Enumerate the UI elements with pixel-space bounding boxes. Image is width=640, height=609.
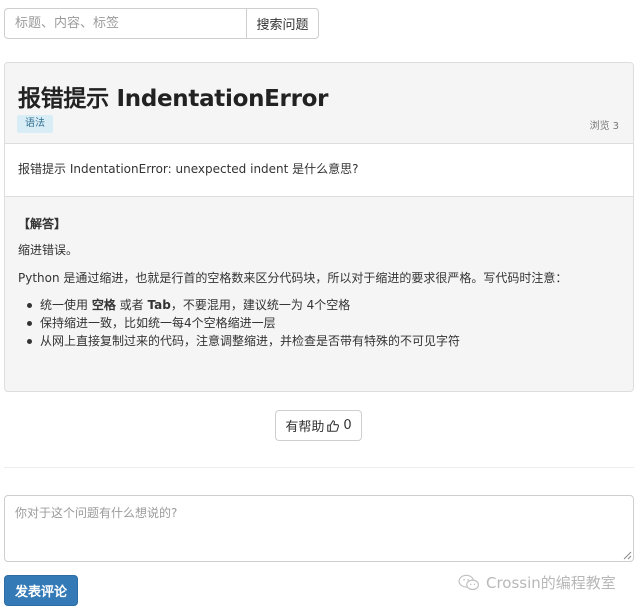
list-item: 保持缩进一致，比如统一每4个空格缩进一层 bbox=[27, 314, 620, 332]
tag-badge[interactable]: 语法 bbox=[17, 115, 53, 133]
list-item: 从网上直接复制过来的代码，注意调整缩进，并检查是否带有特殊的不可见字符 bbox=[27, 332, 620, 350]
search-button[interactable]: 搜索问题 bbox=[246, 8, 319, 39]
answer-summary: 缩进错误。 bbox=[18, 243, 79, 257]
resize-grip-icon[interactable] bbox=[622, 550, 632, 560]
question-panel: 报错提示 IndentationError 语法 浏览 3 报错提示 Indent… bbox=[4, 62, 634, 392]
views-number: 3 bbox=[612, 121, 619, 132]
view-count: 浏览 3 bbox=[587, 117, 619, 132]
list-item: 统一使用 空格 或者 Tab，不要混用，建议统一为 4个空格 bbox=[27, 296, 620, 314]
answer-heading: 【解答】 bbox=[18, 217, 67, 231]
helpful-label: 有帮助 bbox=[285, 420, 325, 435]
item-bold-tab: Tab bbox=[147, 298, 171, 312]
item-bold-space: 空格 bbox=[91, 298, 116, 312]
item-text: 或者 bbox=[115, 298, 148, 312]
divider bbox=[4, 467, 634, 468]
search-input[interactable] bbox=[4, 8, 246, 39]
answer-section: 【解答】 缩进错误。 Python 是通过缩进，也就是行首的空格数来区分代码块，… bbox=[5, 197, 633, 350]
page-title: 报错提示 IndentationError bbox=[18, 86, 329, 112]
question-header: 报错提示 IndentationError 语法 浏览 3 bbox=[5, 63, 633, 144]
submit-comment-button[interactable]: 发表评论 bbox=[4, 575, 78, 606]
watermark-text: Crossin的编程教室 bbox=[486, 574, 616, 592]
item-text: ，不要混用，建议统一为 4个空格 bbox=[170, 298, 351, 312]
comment-textarea[interactable] bbox=[4, 495, 634, 562]
views-label: 浏览 bbox=[589, 121, 610, 132]
question-body: 报错提示 IndentationError: unexpected indent… bbox=[5, 144, 633, 197]
answer-list: 统一使用 空格 或者 Tab，不要混用，建议统一为 4个空格 保持缩进一致，比如… bbox=[18, 296, 620, 350]
helpful-count: 0 bbox=[343, 418, 352, 433]
wechat-icon bbox=[458, 574, 480, 590]
item-text: 统一使用 bbox=[40, 298, 92, 312]
watermark: Crossin的编程教室 bbox=[458, 572, 616, 593]
thumbs-up-icon bbox=[327, 419, 340, 432]
answer-intro: Python 是通过缩进，也就是行首的空格数来区分代码块，所以对于缩进的要求很严… bbox=[18, 271, 568, 285]
helpful-button[interactable]: 有帮助 0 bbox=[275, 410, 362, 441]
search-bar: 搜索问题 bbox=[4, 8, 319, 39]
